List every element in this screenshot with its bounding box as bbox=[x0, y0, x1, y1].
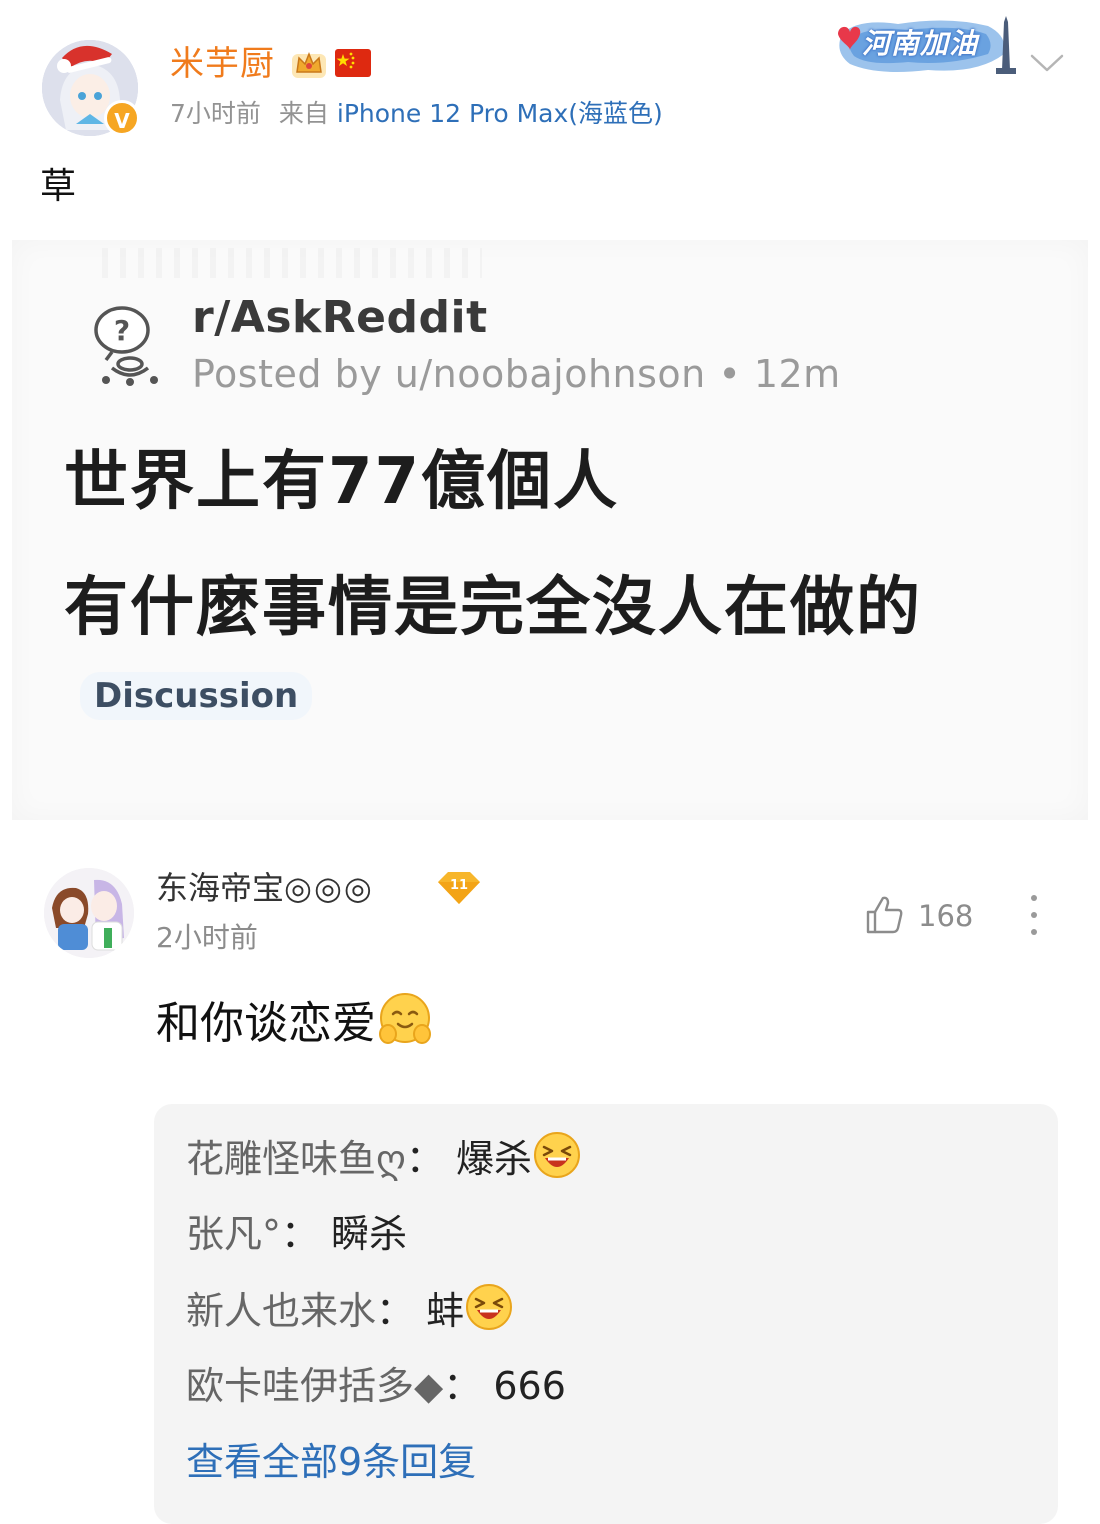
chevron-down-icon[interactable] bbox=[1028, 48, 1066, 78]
post-header: V 米芋厨 7小时前 来自 iPhone 12 Pro Max(海蓝色) 河南加油 bbox=[0, 0, 1100, 150]
reddit-question-snoo-icon: ? bbox=[94, 306, 158, 386]
reply-separator: ： bbox=[443, 1364, 482, 1408]
svg-text:?: ? bbox=[114, 314, 130, 347]
laughing-emoji-icon bbox=[534, 1132, 580, 1178]
post-image[interactable]: ? r/AskReddit Posted by u/noobajohnson •… bbox=[12, 240, 1088, 820]
reply-item[interactable]: 欧卡哇伊括多◆： 666 bbox=[186, 1358, 566, 1414]
reply-text: 666 bbox=[493, 1364, 566, 1408]
verified-icon: V bbox=[104, 100, 140, 136]
post-time: 7小时前 bbox=[170, 99, 261, 128]
reply-text: 爆杀 bbox=[455, 1137, 532, 1181]
reply-author[interactable]: 欧卡哇伊括多◆ bbox=[186, 1364, 443, 1408]
level-badge-icon: 11 bbox=[438, 872, 480, 904]
source-prefix: 来自 bbox=[278, 99, 329, 128]
reply-item[interactable]: 张凡°： 瞬杀 bbox=[186, 1206, 407, 1262]
reddit-title-line-1: 世界上有77億個人 bbox=[64, 445, 620, 519]
source-device-link[interactable]: iPhone 12 Pro Max(海蓝色) bbox=[337, 99, 663, 128]
reply-item[interactable]: 新人也来水： 蚌 bbox=[186, 1282, 514, 1339]
reply-text: 瞬杀 bbox=[331, 1212, 408, 1256]
hug-emoji-icon bbox=[379, 993, 431, 1044]
commenter-avatar[interactable] bbox=[44, 868, 134, 958]
replies-box: 花雕怪味鱼ღ： 爆杀 张凡°： 瞬杀 新人也来水： 蚌 欧卡哇伊括多◆： 666… bbox=[154, 1104, 1058, 1524]
thumbs-up-icon[interactable] bbox=[864, 894, 906, 936]
post-author-name[interactable]: 米芋厨 bbox=[170, 42, 275, 86]
henan-badge-text: 河南加油 bbox=[862, 27, 979, 60]
laughing-emoji-icon bbox=[466, 1284, 513, 1330]
commenter-name-text: 东海帝宝 bbox=[156, 869, 285, 907]
comment-text-content: 和你谈恋爱 bbox=[156, 998, 376, 1049]
china-flag-icon bbox=[335, 49, 371, 77]
posted-by: Posted by u/noobajohnson • 12m bbox=[192, 352, 841, 396]
reply-author[interactable]: 花雕怪味鱼ღ bbox=[186, 1137, 406, 1181]
more-options-icon[interactable] bbox=[1024, 892, 1044, 938]
reply-text: 蚌 bbox=[426, 1289, 465, 1333]
faded-image-edge bbox=[102, 248, 482, 278]
comment-text: 和你谈恋爱 bbox=[156, 990, 434, 1056]
level-badge-number: 11 bbox=[450, 878, 468, 893]
reply-author[interactable]: 张凡° bbox=[186, 1212, 281, 1256]
reply-author[interactable]: 新人也来水 bbox=[186, 1289, 376, 1333]
post-text: 草 bbox=[40, 166, 77, 207]
reply-item[interactable]: 花雕怪味鱼ღ： 爆杀 bbox=[186, 1130, 582, 1187]
reply-separator: ： bbox=[376, 1289, 415, 1333]
reddit-title-line-2: 有什麼事情是完全沒人在做的 bbox=[64, 571, 922, 645]
like-count[interactable]: 168 bbox=[918, 896, 973, 936]
reply-separator: ： bbox=[281, 1212, 320, 1256]
comment-time: 2小时前 bbox=[156, 921, 258, 954]
commenter-name[interactable]: 东海帝宝◎◎◎ bbox=[156, 866, 374, 910]
crown-icon bbox=[292, 51, 326, 78]
commenter-name-suffix: ◎◎◎ bbox=[284, 869, 374, 907]
commenter-avatar-illustration bbox=[44, 868, 134, 958]
reply-separator: ： bbox=[405, 1137, 444, 1181]
subreddit-name: r/AskReddit bbox=[192, 292, 488, 343]
flair-tag: Discussion bbox=[80, 672, 313, 720]
view-all-replies-link[interactable]: 查看全部9条回复 bbox=[186, 1434, 476, 1490]
post-meta: 7小时前 来自 iPhone 12 Pro Max(海蓝色) bbox=[170, 96, 663, 132]
